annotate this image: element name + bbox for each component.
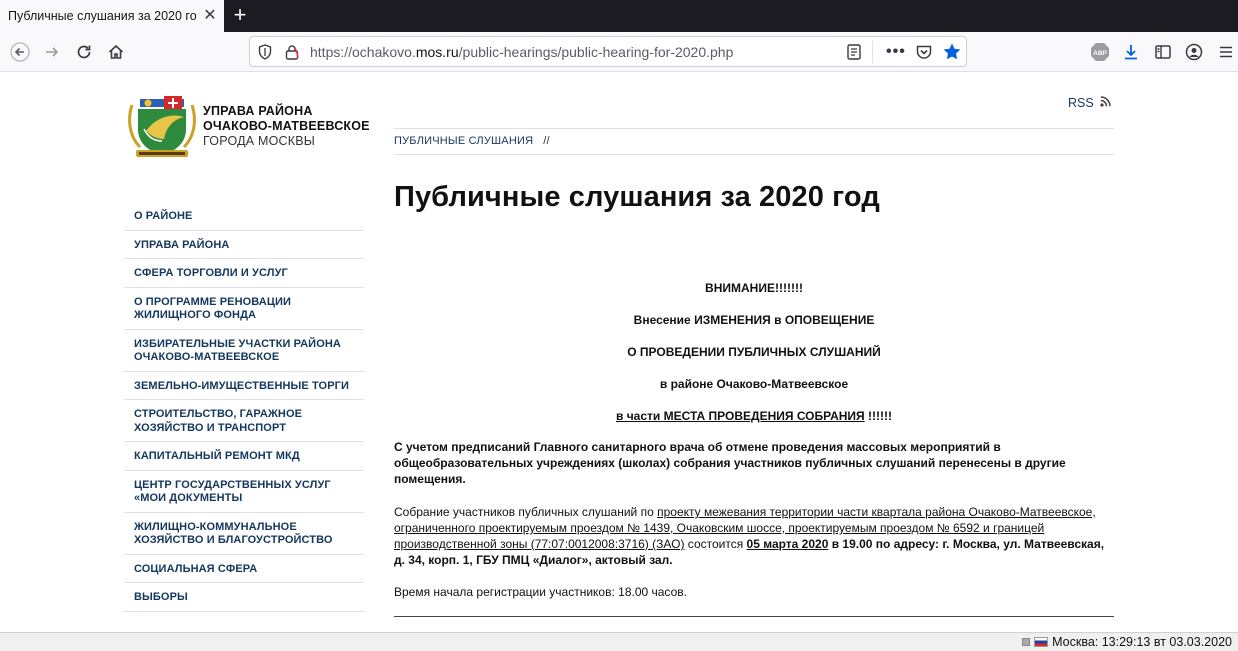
breadcrumb: ПУБЛИЧНЫЕ СЛУШАНИЯ //: [394, 135, 550, 147]
back-icon[interactable]: [8, 40, 32, 64]
nav-item-social-sphere[interactable]: СОЦИАЛЬНАЯ СФЕРА: [124, 555, 364, 583]
breadcrumb-separator: //: [543, 135, 550, 147]
meeting-mid: состоится: [684, 537, 747, 551]
meeting-paragraph: Собрание участников публичных слушаний п…: [394, 504, 1114, 568]
shield-icon[interactable]: [258, 44, 272, 65]
forward-icon[interactable]: [40, 40, 64, 64]
rss-link[interactable]: RSS: [1068, 96, 1111, 110]
breadcrumb-divider-top: [394, 128, 1114, 129]
active-tab[interactable]: Публичные слушания за 2020 год ✕: [0, 0, 224, 32]
district-logo[interactable]: [126, 95, 198, 161]
notice-venue-underlined: в части МЕСТА ПРОВЕДЕНИЯ СОБРАНИЯ: [615, 409, 865, 423]
url-bar[interactable]: https://ochakovo.mos.ru/public-hearings/…: [249, 36, 967, 67]
download-icon[interactable]: [1119, 40, 1143, 64]
reload-icon[interactable]: [72, 40, 96, 64]
page-title: Публичные слушания за 2020 год: [394, 181, 880, 213]
brand-line-1: УПРАВА РАЙОНА: [203, 104, 313, 118]
menu-icon[interactable]: [1214, 40, 1238, 64]
close-icon[interactable]: ✕: [202, 8, 218, 24]
lock-icon[interactable]: [284, 44, 300, 65]
status-clock: Москва: 13:29:13 вт 03.03.2020: [1022, 635, 1232, 649]
web-page: УПРАВА РАЙОНА ОЧАКОВО-МАТВЕЕВСКОЕ ГОРОДА…: [0, 73, 1238, 632]
site-brand[interactable]: УПРАВА РАЙОНА ОЧАКОВО-МАТВЕЕВСКОЕ ГОРОДА…: [203, 104, 370, 149]
registration-time: Время начала регистрации участников: 18.…: [394, 585, 687, 599]
content-divider: [394, 616, 1114, 617]
side-navigation: О РАЙОНЕ УПРАВА РАЙОНА СФЕРА ТОРГОВЛИ И …: [124, 202, 364, 612]
notice-attention: ВНИМАНИЕ!!!!!!!: [705, 281, 803, 295]
nav-item-district-administration[interactable]: УПРАВА РАЙОНА: [124, 231, 364, 259]
navigation-toolbar: https://ochakovo.mos.ru/public-hearings/…: [0, 32, 1238, 72]
reader-icon[interactable]: [846, 43, 862, 66]
nav-item-trade-services[interactable]: СФЕРА ТОРГОВЛИ И УСЛУГ: [124, 259, 364, 288]
nav-item-construction-transport[interactable]: СТРОИТЕЛЬСТВО, ГАРАЖНОЕ ХОЗЯЙСТВО И ТРАН…: [124, 400, 364, 442]
nav-item-polling-stations[interactable]: ИЗБИРАТЕЛЬНЫЕ УЧАСТКИ РАЙОНА ОЧАКОВО-МАТ…: [124, 330, 364, 372]
new-tab-icon[interactable]: +: [228, 4, 252, 28]
nav-item-capital-repair[interactable]: КАПИТАЛЬНЫЙ РЕМОНТ МКД: [124, 442, 364, 471]
svg-text:ABP: ABP: [1093, 50, 1107, 57]
more-icon[interactable]: •••: [886, 43, 906, 61]
sanitary-notice-paragraph: С учетом предписаний Главного санитарног…: [394, 440, 1066, 486]
nav-item-about-district[interactable]: О РАЙОНЕ: [124, 202, 364, 231]
status-bar: Москва: 13:29:13 вт 03.03.2020: [0, 632, 1238, 651]
nav-item-housing-utilities[interactable]: ЖИЛИЩНО-КОММУНАЛЬНОЕ ХОЗЯЙСТВО И БЛАГОУС…: [124, 513, 364, 555]
meeting-intro: Собрание участников публичных слушаний п…: [394, 505, 658, 519]
status-square-icon: [1022, 638, 1031, 646]
url-prefix: https://ochakovo.: [310, 44, 416, 60]
pocket-icon[interactable]: [915, 43, 933, 66]
breadcrumb-public-hearings[interactable]: ПУБЛИЧНЫЕ СЛУШАНИЯ: [394, 135, 533, 147]
nav-item-public-services-center[interactable]: ЦЕНТР ГОСУДАРСТВЕННЫХ УСЛУГ «МОИ ДОКУМЕН…: [124, 471, 364, 513]
nav-item-land-auctions[interactable]: ЗЕМЕЛЬНО-ИМУЩЕСТВЕННЫЕ ТОРГИ: [124, 372, 364, 400]
meeting-date: 05 марта 2020: [746, 537, 829, 551]
brand-line-2: ОЧАКОВО-МАТВЕЕВСКОЕ: [203, 119, 370, 133]
notice-hearings: О ПРОВЕДЕНИИ ПУБЛИЧНЫХ СЛУШАНИЙ: [627, 345, 881, 359]
bookmark-star-icon[interactable]: [942, 42, 962, 67]
notice-change: Внесение ИЗМЕНЕНИЯ в ОПОВЕЩЕНИЕ: [633, 313, 875, 327]
adblock-icon[interactable]: ABP: [1088, 40, 1112, 64]
russia-flag-icon: [1034, 637, 1049, 647]
tab-strip: Публичные слушания за 2020 год ✕ +: [0, 0, 1238, 32]
home-icon[interactable]: [104, 40, 128, 64]
nav-item-elections[interactable]: ВЫБОРЫ: [124, 583, 364, 612]
notice-district: в районе Очаково-Матвеевское: [659, 377, 849, 391]
rss-icon: [1100, 96, 1111, 110]
url-domain: mos.ru: [415, 44, 459, 60]
rss-label: RSS: [1068, 96, 1094, 110]
sidebar-icon[interactable]: [1151, 40, 1175, 64]
tab-title: Публичные слушания за 2020 год: [8, 9, 196, 23]
nav-item-renovation-program[interactable]: О ПРОГРАММЕ РЕНОВАЦИИ ЖИЛИЩНОГО ФОНДА: [124, 288, 364, 330]
brand-line-3: ГОРОДА МОСКВЫ: [203, 134, 316, 148]
notice-venue-tail: !!!!!!: [864, 409, 892, 423]
account-icon[interactable]: [1182, 40, 1206, 64]
notice-venue: в части МЕСТА ПРОВЕДЕНИЯ СОБРАНИЯ !!!!!!: [394, 409, 1114, 423]
status-datetime: Москва: 13:29:13 вт 03.03.2020: [1052, 635, 1232, 649]
breadcrumb-divider-bottom: [394, 154, 1114, 155]
url-text: https://ochakovo.mos.ru/public-hearings/…: [310, 44, 733, 60]
url-path: /public-hearings/public-hearing-for-2020…: [458, 44, 734, 60]
url-divider: [872, 41, 873, 63]
